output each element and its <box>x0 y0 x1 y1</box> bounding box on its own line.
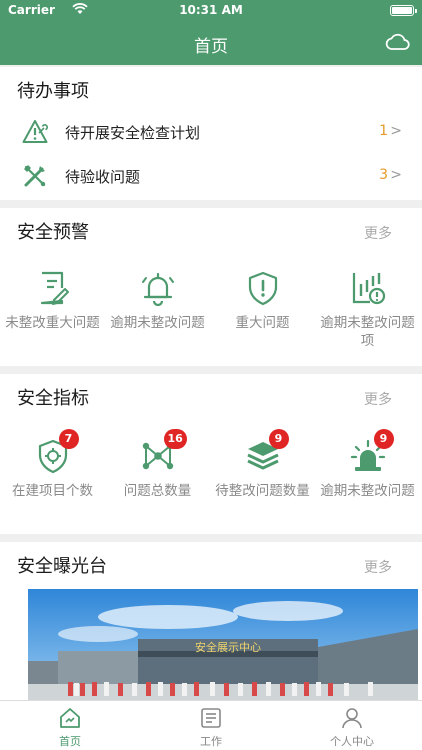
todo-item-count: 3 <box>379 167 388 183</box>
count-badge: 7 <box>58 429 79 449</box>
exposure-title: 安全曝光台 <box>17 556 107 577</box>
indicator-icon-wrap: 16 <box>140 429 187 474</box>
indicator-icon-wrap: 7 <box>35 429 79 474</box>
todo-card: 待办事项 待开展安全检查计划 1 > 待验收问题 3 > <box>0 67 422 200</box>
tab-work[interactable]: 工作 <box>141 701 281 750</box>
chevron-right-icon: > <box>390 167 402 183</box>
photo-sign: 安全展示中心 <box>195 640 261 654</box>
warning-item-label: 未整改重大问题 <box>5 315 100 331</box>
home-icon <box>60 708 80 728</box>
indicators-title: 安全指标 <box>17 388 89 409</box>
tools-icon <box>24 165 46 187</box>
chart-alert-icon <box>352 273 385 305</box>
more-link[interactable]: 更多 <box>364 223 392 243</box>
warning-item-label: 逾期未整改问题 <box>110 315 205 331</box>
count-badge: 9 <box>373 429 394 449</box>
tab-label: 首页 <box>59 735 81 748</box>
warning-item-label: 重大问题 <box>235 315 290 331</box>
indicator-icon-wrap: 9 <box>350 429 394 474</box>
warning-title: 安全预警 <box>17 222 89 243</box>
exposure-photo[interactable]: 安全展示中心 <box>28 589 418 700</box>
clock: 10:31 AM <box>179 3 243 17</box>
count-badge: 9 <box>268 429 289 449</box>
count-badge: 16 <box>163 429 187 449</box>
indicator-icon-wrap: 9 <box>245 429 289 474</box>
bell-icon <box>141 272 174 306</box>
warning-item-label: 逾期未整改问题项 <box>320 315 415 349</box>
page-title: 首页 <box>194 37 228 57</box>
status-bar: Carrier 10:31 AM <box>0 0 422 20</box>
todo-item-label: 待开展安全检查计划 <box>65 124 201 142</box>
list-icon <box>201 708 221 728</box>
warning-item-overdue-entries[interactable]: 逾期未整改问题项 <box>315 270 420 350</box>
indicator-item-label: 在建项目个数 <box>12 483 93 499</box>
indicator-item-projects[interactable]: 7 在建项目个数 <box>0 429 105 500</box>
tab-label: 个人中心 <box>330 735 374 748</box>
person-icon <box>342 708 362 729</box>
warning-item-major[interactable]: 重大问题 <box>210 270 315 332</box>
todo-item-label: 待验收问题 <box>65 168 141 186</box>
exposure-card: 安全曝光台 更多 安全展示中心 <box>0 542 422 700</box>
more-link[interactable]: 更多 <box>364 557 392 577</box>
cloud-icon[interactable] <box>384 32 410 52</box>
indicator-item-pending-rectification[interactable]: 9 待整改问题数量 <box>210 429 315 500</box>
warning-item-overdue[interactable]: 逾期未整改问题 <box>105 270 210 332</box>
alert-wrench-icon <box>22 120 48 143</box>
todo-item-inspection-plan[interactable]: 待开展安全检查计划 1 > <box>0 111 422 153</box>
indicators-card: 安全指标 更多 7 在建项目个数 16 问题总数量 9 待整改问题数量 9 逾期… <box>0 374 422 534</box>
indicator-item-label: 待整改问题数量 <box>215 483 310 499</box>
indicator-item-label: 问题总数量 <box>123 483 192 499</box>
more-link[interactable]: 更多 <box>364 389 392 409</box>
tab-label: 工作 <box>200 735 222 748</box>
todo-item-acceptance[interactable]: 待验收问题 3 > <box>0 155 422 197</box>
tab-home[interactable]: 首页 <box>0 701 140 750</box>
indicator-item-total-issues[interactable]: 16 问题总数量 <box>105 429 210 500</box>
document-edit-icon <box>40 271 69 305</box>
warning-item-unrectified-major[interactable]: 未整改重大问题 <box>0 270 105 332</box>
tab-profile[interactable]: 个人中心 <box>282 701 422 750</box>
tab-bar: 首页 工作 个人中心 <box>0 700 422 750</box>
todo-item-count: 1 <box>379 123 388 139</box>
todo-title: 待办事项 <box>17 81 89 102</box>
indicator-item-label: 逾期未整改问题 <box>320 483 415 499</box>
nav-bar: 首页 <box>0 20 422 65</box>
battery-icon <box>390 5 417 16</box>
chevron-right-icon: > <box>390 123 402 139</box>
indicator-item-overdue[interactable]: 9 逾期未整改问题 <box>315 429 420 500</box>
warning-card: 安全预警 更多 未整改重大问题 逾期未整改问题 重大问题 逾期未整改问题项 <box>0 208 422 366</box>
shield-alert-icon <box>248 271 277 306</box>
